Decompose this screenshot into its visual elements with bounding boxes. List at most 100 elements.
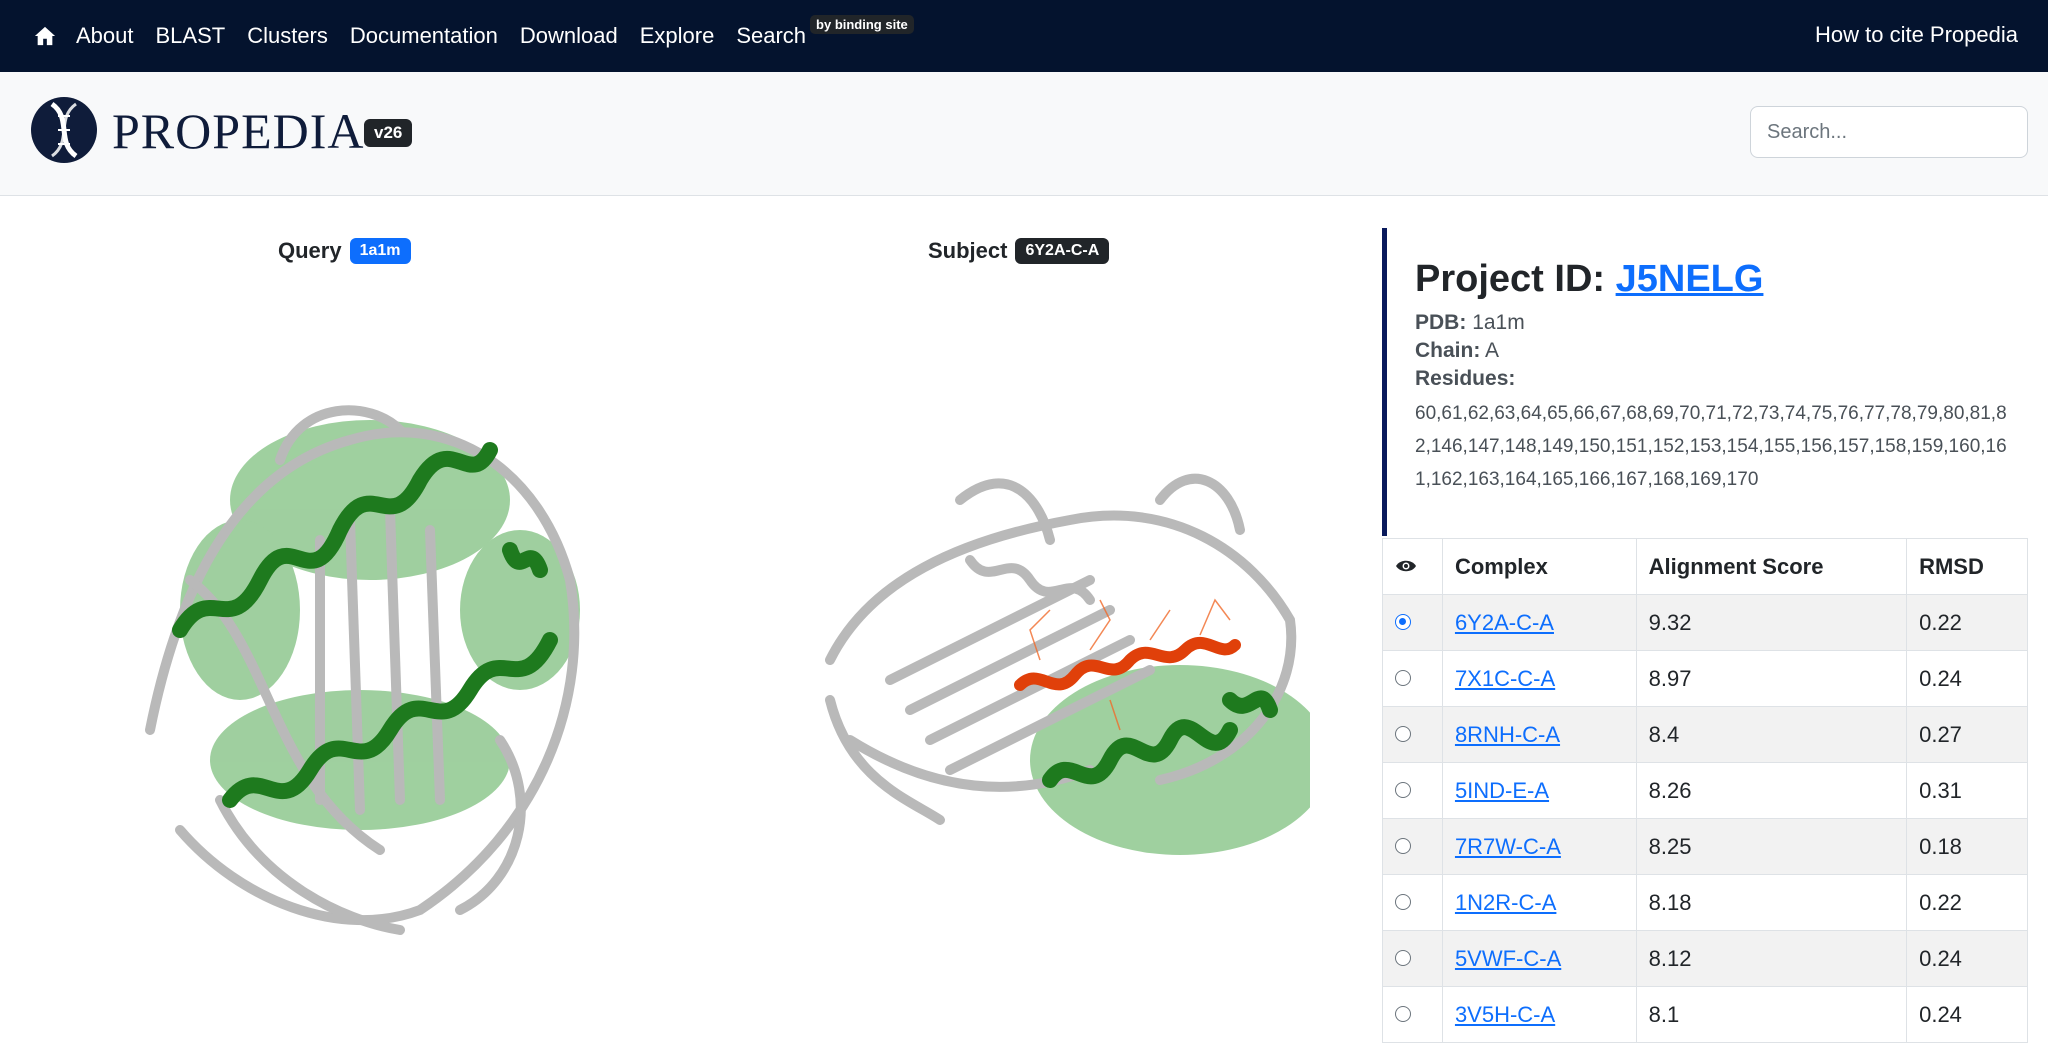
- select-radio[interactable]: [1395, 1005, 1411, 1022]
- nav-clusters[interactable]: Clusters: [247, 23, 328, 49]
- complex-cell: 1N2R-C-A: [1441, 874, 1637, 931]
- select-cell: [1382, 930, 1443, 987]
- select-radio[interactable]: [1395, 893, 1411, 910]
- select-radio[interactable]: [1395, 725, 1411, 742]
- table-row[interactable]: 7R7W-C-A 8.25 0.18: [1382, 818, 2028, 875]
- complex-cell: 5VWF-C-A: [1441, 930, 1637, 987]
- project-id-link[interactable]: J5NELG: [1616, 258, 1764, 300]
- dna-logo-icon[interactable]: [28, 94, 100, 166]
- rmsd-column-header[interactable]: RMSD: [1906, 538, 2028, 595]
- table-row[interactable]: 1N2R-C-A 8.18 0.22: [1382, 874, 2028, 931]
- complex-cell: 3V5H-C-A: [1441, 986, 1637, 1043]
- select-cell: [1382, 818, 1443, 875]
- project-id-prefix: Project ID:: [1415, 258, 1616, 300]
- project-info-panel: Project ID: J5NELG PDB: 1a1m Chain: A Re…: [1382, 228, 2028, 536]
- site-header: PROPEDIA v26: [0, 72, 2048, 196]
- complex-link[interactable]: 7X1C-C-A: [1455, 666, 1555, 691]
- eye-column-header: [1382, 538, 1443, 595]
- subject-label: Subject: [928, 238, 1008, 263]
- complex-cell: 7R7W-C-A: [1441, 818, 1637, 875]
- complex-link[interactable]: 1N2R-C-A: [1455, 890, 1556, 915]
- select-cell: [1382, 986, 1443, 1043]
- pdb-row: PDB: 1a1m: [1415, 311, 2028, 335]
- nav-documentation[interactable]: Documentation: [350, 23, 498, 49]
- chain-label: Chain:: [1415, 339, 1481, 362]
- complex-link[interactable]: 5VWF-C-A: [1455, 946, 1561, 971]
- score-column-header[interactable]: Alignment Score: [1635, 538, 1908, 595]
- score-cell: 8.18: [1635, 874, 1908, 931]
- table-row[interactable]: 8RNH-C-A 8.4 0.27: [1382, 706, 2028, 763]
- score-cell: 8.4: [1635, 706, 1908, 763]
- select-cell: [1382, 706, 1443, 763]
- query-structure-viewer[interactable]: [120, 380, 620, 950]
- chain-row: Chain: A: [1415, 339, 2028, 363]
- complex-link[interactable]: 6Y2A-C-A: [1455, 610, 1554, 635]
- complex-link[interactable]: 5IND-E-A: [1455, 778, 1549, 803]
- select-radio[interactable]: [1395, 837, 1411, 854]
- rmsd-cell: 0.24: [1906, 930, 2028, 987]
- search-input[interactable]: [1750, 106, 2028, 158]
- nav-download[interactable]: Download: [520, 23, 618, 49]
- query-id-badge: 1a1m: [349, 238, 411, 264]
- complex-link[interactable]: 7R7W-C-A: [1455, 834, 1561, 859]
- score-cell: 8.97: [1635, 650, 1908, 707]
- nav-blast[interactable]: BLAST: [156, 23, 226, 49]
- residues-value: 60,61,62,63,64,65,66,67,68,69,70,71,72,7…: [1415, 403, 2007, 490]
- top-navbar: About BLAST Clusters Documentation Downl…: [0, 0, 2048, 72]
- rmsd-cell: 0.27: [1906, 706, 2028, 763]
- table-row[interactable]: 6Y2A-C-A 9.32 0.22: [1382, 594, 2028, 651]
- rmsd-cell: 0.24: [1906, 650, 2028, 707]
- score-cell: 8.26: [1635, 762, 1908, 819]
- complex-results-table: Complex Alignment Score RMSD 6Y2A-C-A 9.3…: [1382, 538, 2028, 1043]
- nav-cite-link[interactable]: How to cite Propedia: [1815, 22, 2018, 48]
- table-row[interactable]: 5IND-E-A 8.26 0.31: [1382, 762, 2028, 819]
- residues-label: Residues:: [1415, 367, 1516, 390]
- complex-column-header[interactable]: Complex: [1441, 538, 1637, 595]
- select-cell: [1382, 594, 1443, 651]
- select-cell: [1382, 762, 1443, 819]
- complex-cell: 6Y2A-C-A: [1441, 594, 1637, 651]
- select-radio[interactable]: [1395, 669, 1411, 686]
- pdb-value: 1a1m: [1472, 311, 1525, 334]
- select-radio[interactable]: [1395, 781, 1411, 798]
- score-cell: 9.32: [1635, 594, 1908, 651]
- rmsd-cell: 0.22: [1906, 594, 2028, 651]
- rmsd-cell: 0.24: [1906, 986, 2028, 1043]
- binding-site-badge: by binding site: [810, 15, 914, 34]
- chain-value: A: [1485, 339, 1500, 362]
- site-logo-text[interactable]: PROPEDIA: [112, 102, 364, 160]
- select-radio[interactable]: [1395, 949, 1411, 966]
- complex-link[interactable]: 8RNH-C-A: [1455, 722, 1560, 747]
- complex-cell: 5IND-E-A: [1441, 762, 1637, 819]
- score-cell: 8.25: [1635, 818, 1908, 875]
- select-radio[interactable]: [1395, 613, 1411, 630]
- query-label: Query: [278, 238, 342, 263]
- select-cell: [1382, 650, 1443, 707]
- table-header-row: Complex Alignment Score RMSD: [1382, 538, 2028, 595]
- table-row[interactable]: 5VWF-C-A 8.12 0.24: [1382, 930, 2028, 987]
- query-heading: Query 1a1m: [278, 238, 411, 264]
- home-icon[interactable]: [30, 21, 60, 51]
- eye-icon: [1396, 560, 1416, 571]
- rmsd-cell: 0.22: [1906, 874, 2028, 931]
- rmsd-cell: 0.18: [1906, 818, 2028, 875]
- score-cell: 8.12: [1635, 930, 1908, 987]
- nav-explore[interactable]: Explore: [640, 23, 715, 49]
- complex-cell: 7X1C-C-A: [1441, 650, 1637, 707]
- select-cell: [1382, 874, 1443, 931]
- table-row[interactable]: 3V5H-C-A 8.1 0.24: [1382, 986, 2028, 1043]
- rmsd-cell: 0.31: [1906, 762, 2028, 819]
- project-title: Project ID: J5NELG: [1415, 258, 2028, 301]
- version-badge: v26: [364, 119, 413, 147]
- nav-search-label[interactable]: Search: [736, 23, 806, 49]
- subject-id-badge: 6Y2A-C-A: [1015, 238, 1110, 264]
- complex-link[interactable]: 3V5H-C-A: [1455, 1002, 1555, 1027]
- nav-about[interactable]: About: [76, 23, 134, 49]
- score-cell: 8.1: [1635, 986, 1908, 1043]
- table-row[interactable]: 7X1C-C-A 8.97 0.24: [1382, 650, 2028, 707]
- residues-row: Residues:: [1415, 367, 2028, 391]
- subject-heading: Subject 6Y2A-C-A: [928, 238, 1110, 264]
- complex-cell: 8RNH-C-A: [1441, 706, 1637, 763]
- subject-structure-viewer[interactable]: [810, 460, 1310, 890]
- nav-search[interactable]: Search by binding site: [736, 15, 914, 49]
